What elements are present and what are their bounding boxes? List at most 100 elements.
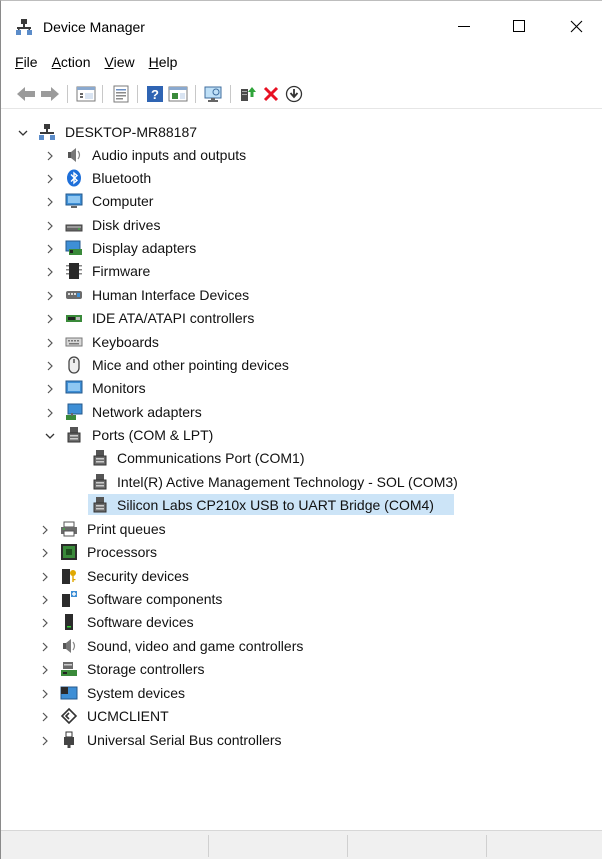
menu-file[interactable]: File: [1, 51, 45, 73]
chevron-down-icon[interactable]: [18, 128, 28, 138]
close-icon: [570, 20, 582, 32]
tree-item-label: Software components: [87, 591, 223, 607]
chevron-right-icon[interactable]: [40, 642, 50, 652]
menu-action[interactable]: Action: [45, 51, 98, 73]
update-driver-button[interactable]: [237, 83, 259, 105]
scan-hardware-icon: [204, 86, 222, 102]
tree-item-label: Storage controllers: [87, 661, 205, 677]
tree-child-com3[interactable]: Intel(R) Active Management Technology - …: [1, 471, 601, 494]
chevron-right-icon[interactable]: [45, 174, 55, 184]
port-icon: [67, 427, 81, 443]
chevron-right-icon[interactable]: [45, 314, 55, 324]
tree-item-label: Security devices: [87, 568, 189, 584]
tree-item-computer[interactable]: Computer: [1, 190, 601, 213]
menu-view[interactable]: View: [98, 51, 142, 73]
chevron-right-icon[interactable]: [40, 689, 50, 699]
menu-help[interactable]: Help: [142, 51, 185, 73]
tree-item-display-adapters[interactable]: Display adapters: [1, 237, 601, 260]
chevron-right-icon[interactable]: [40, 595, 50, 605]
show-hide-tree-icon: [76, 86, 96, 102]
chevron-right-icon[interactable]: [40, 525, 50, 535]
tree-item-keyboards[interactable]: Keyboards: [1, 331, 601, 354]
chevron-right-icon[interactable]: [45, 291, 55, 301]
tree-item-monitors[interactable]: Monitors: [1, 377, 601, 400]
mouse-icon: [68, 356, 80, 374]
chevron-right-icon[interactable]: [40, 665, 50, 675]
chevron-right-icon[interactable]: [45, 408, 55, 418]
tree-item-label: Software devices: [87, 614, 194, 630]
tree-item-bluetooth[interactable]: Bluetooth: [1, 167, 601, 190]
chevron-right-icon[interactable]: [45, 361, 55, 371]
tree-item-software-components[interactable]: Software components: [1, 588, 601, 611]
show-hide-tree-button[interactable]: [75, 83, 97, 105]
status-divider: [208, 835, 209, 857]
tree-item-mice[interactable]: Mice and other pointing devices: [1, 354, 601, 377]
tree-item-network-adapters[interactable]: Network adapters: [1, 401, 601, 424]
uninstall-button[interactable]: [260, 83, 282, 105]
tree-item-print-queues[interactable]: Print queues: [1, 518, 601, 541]
tree-item-ide[interactable]: IDE ATA/ATAPI controllers: [1, 307, 601, 330]
chevron-right-icon[interactable]: [45, 338, 55, 348]
status-divider: [347, 835, 348, 857]
tree-child-com4[interactable]: Silicon Labs CP210x USB to UART Bridge (…: [1, 494, 601, 517]
tree-item-storage-controllers[interactable]: Storage controllers: [1, 658, 601, 681]
minimize-button[interactable]: [441, 9, 487, 43]
chevron-right-icon[interactable]: [40, 618, 50, 628]
ucmclient-icon: [60, 707, 78, 725]
device-tree: DESKTOP-MR88187 Audio inputs and outputs…: [1, 114, 601, 828]
help-button[interactable]: ?: [144, 83, 166, 105]
chevron-right-icon[interactable]: [40, 548, 50, 558]
tree-item-processors[interactable]: Processors: [1, 541, 601, 564]
keyboard-icon: [65, 337, 83, 347]
window-title: Device Manager: [43, 19, 145, 35]
chevron-down-icon[interactable]: [45, 431, 55, 441]
properties-pane-button[interactable]: [167, 83, 189, 105]
menu-bar: File Action View Help: [1, 51, 184, 73]
tree-item-hid[interactable]: Human Interface Devices: [1, 284, 601, 307]
tree-child-com1[interactable]: Communications Port (COM1): [1, 447, 601, 470]
software-component-icon: [62, 591, 77, 607]
tree-item-label: System devices: [87, 685, 186, 701]
maximize-button[interactable]: [496, 9, 542, 43]
chevron-right-icon[interactable]: [45, 197, 55, 207]
close-button[interactable]: [553, 9, 599, 43]
properties-pane-icon: [168, 86, 188, 102]
tree-item-audio[interactable]: Audio inputs and outputs: [1, 144, 601, 167]
menu-file-label: ile: [23, 54, 38, 70]
tree-item-system-devices[interactable]: System devices: [1, 682, 601, 705]
tree-item-usb-controllers[interactable]: Universal Serial Bus controllers: [1, 729, 601, 752]
forward-arrow-icon: [41, 87, 59, 101]
chevron-right-icon[interactable]: [45, 221, 55, 231]
chevron-right-icon[interactable]: [40, 736, 50, 746]
tree-item-security-devices[interactable]: Security devices: [1, 565, 601, 588]
tree-item-sound-controllers[interactable]: Sound, video and game controllers: [1, 635, 601, 658]
system-devices-icon: [60, 686, 78, 700]
tree-item-label: UCMCLIENT: [87, 708, 169, 724]
disk-drive-icon: [65, 224, 83, 232]
menu-view-mnemonic: V: [104, 54, 114, 70]
tree-root[interactable]: DESKTOP-MR88187: [1, 121, 601, 144]
chevron-right-icon[interactable]: [45, 384, 55, 394]
tree-item-firmware[interactable]: Firmware: [1, 260, 601, 283]
usb-icon: [64, 731, 74, 748]
title-bar[interactable]: Device Manager: [1, 1, 602, 45]
tree-child-label: Intel(R) Active Management Technology - …: [117, 474, 458, 490]
tree-item-label: Network adapters: [92, 404, 202, 420]
forward-button[interactable]: [39, 83, 61, 105]
menu-action-label: ction: [60, 54, 91, 70]
tree-item-disk-drives[interactable]: Disk drives: [1, 214, 601, 237]
chevron-right-icon[interactable]: [40, 572, 50, 582]
tree-item-ports[interactable]: Ports (COM & LPT): [1, 424, 601, 447]
chevron-right-icon[interactable]: [45, 267, 55, 277]
tree-item-ucmclient[interactable]: UCMCLIENT: [1, 705, 601, 728]
computer-network-icon: [39, 124, 55, 140]
toolbar: ?: [1, 79, 602, 109]
download-button[interactable]: [283, 83, 305, 105]
tree-item-software-devices[interactable]: Software devices: [1, 611, 601, 634]
chevron-right-icon[interactable]: [40, 712, 50, 722]
scan-hardware-button[interactable]: [203, 83, 225, 105]
chevron-right-icon[interactable]: [45, 244, 55, 254]
back-button[interactable]: [15, 83, 37, 105]
properties-button[interactable]: [110, 83, 132, 105]
chevron-right-icon[interactable]: [45, 151, 55, 161]
